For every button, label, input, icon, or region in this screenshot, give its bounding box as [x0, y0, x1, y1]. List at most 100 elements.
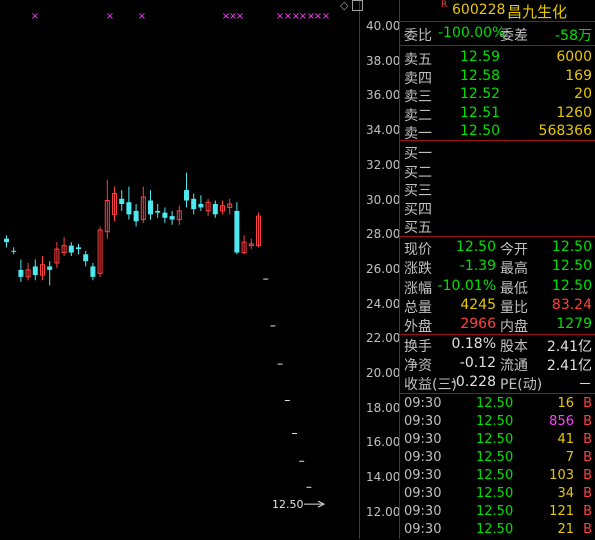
candle	[212, 200, 218, 218]
quote-label: 涨幅	[404, 280, 432, 297]
window-toggle-icon[interactable]	[352, 0, 363, 11]
trade-side: B	[583, 486, 592, 501]
quote-row: 外盘 2966 内盘 1279	[404, 316, 594, 335]
fundamental-row: 换手 0.18% 股本 2.41亿	[404, 336, 594, 355]
candle	[205, 198, 211, 217]
candle-body	[270, 325, 276, 327]
quote-row: 涨跌 -1.39 最高 12.50	[404, 258, 594, 278]
candle	[126, 186, 132, 220]
candle	[256, 212, 261, 248]
candle	[184, 172, 189, 208]
candle	[277, 363, 283, 365]
price-tick-label: 36.00	[366, 88, 401, 103]
candle	[68, 242, 74, 257]
bid-level-row: 买四	[404, 199, 594, 218]
trade-price: 12.50	[476, 522, 514, 537]
trade-side: B	[583, 522, 592, 537]
candle	[220, 200, 225, 215]
bid-level-label: 买二	[404, 164, 432, 181]
trade-time: 09:30	[404, 504, 442, 519]
candle	[97, 226, 103, 277]
price-tick-label: 26.00	[366, 261, 401, 276]
price-tick-label: 34.00	[366, 123, 401, 138]
candle	[83, 250, 89, 267]
candle-body	[169, 216, 175, 220]
candle	[25, 262, 31, 281]
trade-price: 12.50	[476, 432, 514, 447]
ask-price: 12.58	[460, 67, 501, 84]
ask-level-label: 卖五	[404, 52, 432, 68]
divider	[400, 393, 595, 394]
ratio-label: 委比	[404, 28, 432, 44]
quote-row: 现价 12.50 今开 12.50	[404, 239, 594, 258]
bid-level-label: 买三	[404, 183, 432, 199]
trade-side: B	[583, 450, 592, 465]
candle-body	[191, 198, 197, 210]
candle-body	[148, 200, 153, 215]
trade-volume: 41	[557, 432, 574, 447]
candle	[263, 278, 269, 280]
ask-level-row: 卖三 12.52 20	[404, 86, 594, 105]
candle	[292, 432, 297, 434]
trade-tick-row: 09:30 12.50 41 B	[404, 432, 594, 450]
trade-volume: 103	[549, 468, 574, 483]
quote-label: 总量	[404, 299, 432, 316]
candle	[248, 238, 254, 250]
candle	[47, 261, 53, 286]
trade-price: 12.50	[476, 396, 514, 411]
quote-label: 量比	[500, 299, 528, 316]
bid-level-label: 买五	[404, 220, 432, 236]
ask-level-row: 卖一 12.50 568366	[404, 123, 594, 142]
trade-tick-row: 09:30 12.50 7 B	[404, 450, 594, 468]
candle	[40, 256, 45, 281]
price-tick-label: 14.00	[366, 470, 401, 485]
candle-body	[277, 363, 283, 365]
candle	[140, 186, 146, 224]
quote-label: 今开	[500, 242, 528, 258]
candle	[284, 400, 290, 402]
ask-price: 12.51	[460, 104, 501, 121]
fundamental-label: PE(动)	[500, 377, 543, 393]
quote-label: 最低	[500, 280, 528, 297]
stock-code: 600228	[452, 2, 506, 18]
trade-volume: 121	[549, 504, 574, 519]
candle	[119, 190, 125, 211]
candle-body	[119, 198, 125, 204]
trade-time: 09:30	[404, 396, 442, 411]
quote-label: 现价	[404, 242, 432, 258]
ask-volume: 568366	[538, 123, 592, 139]
bid-level-label: 买一	[404, 146, 432, 162]
event-marker: ×	[322, 11, 330, 22]
trade-side: B	[583, 504, 592, 519]
trade-time: 09:30	[404, 522, 442, 537]
candle	[299, 460, 305, 462]
diamond-icon[interactable]: ◇	[340, 0, 351, 11]
price-tick-label: 22.00	[366, 331, 401, 346]
trade-tick-row: 09:30 12.50 21 B	[404, 522, 594, 540]
price-tick-label: 28.00	[366, 227, 401, 242]
kline-canvas[interactable]: × × × ××× × × ×× ×× ×12.50	[0, 0, 360, 539]
trade-tick-row: 09:30 12.50 121 B	[404, 504, 594, 522]
divider	[400, 334, 595, 335]
trade-price: 12.50	[476, 450, 514, 465]
ask-level-row: 卖五 12.59 6000	[404, 49, 594, 68]
candle-body	[90, 266, 96, 277]
candle	[155, 203, 161, 218]
quote-label: 涨跌	[404, 261, 432, 278]
divider	[400, 236, 595, 237]
candle-body	[292, 432, 297, 434]
kline-chart[interactable]: × × × × × × × × × × × × × 12.50	[0, 0, 360, 539]
event-marker: ×	[236, 11, 244, 22]
ask-level-row: 卖四 12.58 169	[404, 67, 594, 87]
fundamental-value: -0.228	[450, 374, 496, 390]
fundamental-row: 净资 -0.12 流通 2.41亿	[404, 355, 594, 374]
candle	[270, 325, 276, 327]
candle	[32, 259, 38, 281]
trade-volume: 21	[557, 522, 574, 537]
price-tick-label: 18.00	[366, 400, 401, 415]
candle-body	[306, 486, 312, 488]
divider	[400, 45, 595, 46]
fundamental-value: －	[578, 377, 592, 393]
candle	[76, 243, 81, 255]
ask-volume: 1260	[556, 104, 592, 121]
